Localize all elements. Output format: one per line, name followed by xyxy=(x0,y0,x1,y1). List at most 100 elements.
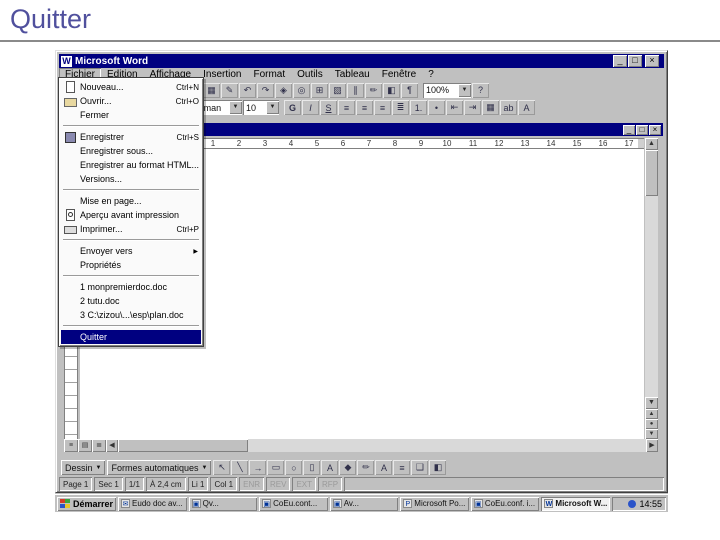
borders-icon[interactable]: ▦ xyxy=(482,100,499,115)
show-marks-icon[interactable]: ¶ xyxy=(401,83,418,98)
taskbar-button-av[interactable]: ▣ Av... xyxy=(329,496,399,511)
align-center-icon[interactable]: ≡ xyxy=(356,100,373,115)
horizontal-scroll-track[interactable] xyxy=(118,439,646,452)
taskbar-button-coeu-conf[interactable]: ▣ CoEu.conf. i... xyxy=(470,496,540,511)
increase-indent-icon[interactable]: ⇥ xyxy=(464,100,481,115)
menu-item-ouvrir[interactable]: Ouvrir... Ctrl+O xyxy=(61,94,201,108)
tray-icon[interactable] xyxy=(628,499,637,508)
hyperlink-icon[interactable]: ◈ xyxy=(275,83,292,98)
scroll-up-icon[interactable]: ▲ xyxy=(645,138,658,150)
taskbar-button-qv[interactable]: ▣ Qv... xyxy=(188,496,258,511)
text-box-icon[interactable]: ▯ xyxy=(303,460,320,475)
taskbar-button-coeu-cont[interactable]: ▣ CoEu.cont... xyxy=(259,496,328,511)
start-button[interactable]: Démarrer xyxy=(57,496,117,511)
previous-page-icon[interactable]: ▲ xyxy=(645,409,658,419)
document-minimize-button[interactable]: _ xyxy=(623,124,635,135)
insert-excel-icon[interactable]: ▧ xyxy=(329,83,346,98)
scroll-right-icon[interactable]: ▶ xyxy=(646,439,658,452)
wordart-icon[interactable]: A xyxy=(321,460,338,475)
web-toolbar-icon[interactable]: ◎ xyxy=(293,83,310,98)
chevron-down-icon[interactable]: ▼ xyxy=(266,101,279,114)
zoom-dropdown[interactable]: 100% ▼ xyxy=(423,82,471,98)
menu-item-versions[interactable]: Versions... xyxy=(61,172,201,186)
line-color-icon[interactable]: ✏ xyxy=(357,460,374,475)
menubar-item-insertion[interactable]: Insertion xyxy=(197,68,247,81)
menu-item-recent-2[interactable]: 2 tutu.doc xyxy=(61,294,201,308)
font-size-dropdown[interactable]: 10 ▼ xyxy=(243,100,279,115)
redo-icon[interactable]: ↷ xyxy=(257,83,274,98)
scroll-down-icon[interactable]: ▼ xyxy=(645,397,658,409)
vertical-scroll-thumb[interactable] xyxy=(645,150,658,196)
menubar-item-tableau[interactable]: Tableau xyxy=(329,68,376,81)
bullets-icon[interactable]: • xyxy=(428,100,445,115)
align-left-icon[interactable]: ≡ xyxy=(338,100,355,115)
menu-item-recent-1[interactable]: 1 monpremierdoc.doc xyxy=(61,280,201,294)
outline-view-icon[interactable]: ≣ xyxy=(92,439,106,452)
columns-icon[interactable]: ∥ xyxy=(347,83,364,98)
normal-view-icon[interactable]: ≡ xyxy=(64,439,78,452)
scroll-left-icon[interactable]: ◀ xyxy=(106,439,118,452)
document-close-button[interactable]: × xyxy=(649,124,661,135)
document-map-icon[interactable]: ◧ xyxy=(383,83,400,98)
minimize-button[interactable]: _ xyxy=(613,55,627,67)
help-button[interactable]: ? xyxy=(472,83,489,98)
taskbar-button-powerpoint[interactable]: P Microsoft Po... xyxy=(400,496,469,511)
browse-object-icon[interactable]: ● xyxy=(645,419,658,429)
horizontal-scroll-thumb[interactable] xyxy=(118,439,248,452)
menu-item-apercu[interactable]: Aperçu avant impression xyxy=(61,208,201,222)
menu-item-mise-en-page[interactable]: Mise en page... xyxy=(61,194,201,208)
bold-button[interactable]: G xyxy=(284,100,301,115)
taskbar-button-word[interactable]: W Microsoft W... xyxy=(541,496,610,511)
vertical-scroll-track[interactable] xyxy=(645,150,658,397)
insert-table-icon[interactable]: ⊞ xyxy=(311,83,328,98)
fill-color-icon[interactable]: ◆ xyxy=(339,460,356,475)
italic-button[interactable]: I xyxy=(302,100,319,115)
menu-item-nouveau[interactable]: Nouveau... Ctrl+N xyxy=(61,80,201,94)
font-color-icon[interactable]: A xyxy=(518,100,535,115)
vertical-scrollbar[interactable]: ▲ ▼ ▲ ● ▼ xyxy=(645,138,658,439)
format-painter-icon[interactable]: ✎ xyxy=(221,83,238,98)
numbering-icon[interactable]: 1. xyxy=(410,100,427,115)
menubar-item-format[interactable]: Format xyxy=(247,68,291,81)
horizontal-scrollbar[interactable]: ≡ ▤ ≣ ◀ ▶ xyxy=(64,439,658,452)
menubar-item-outils[interactable]: Outils xyxy=(291,68,329,81)
maximize-button[interactable]: □ xyxy=(628,55,642,67)
menubar-item-fenetre[interactable]: Fenêtre xyxy=(376,68,422,81)
decrease-indent-icon[interactable]: ⇤ xyxy=(446,100,463,115)
close-button[interactable]: × xyxy=(645,55,659,67)
select-arrow-icon[interactable]: ↖ xyxy=(213,460,230,475)
undo-icon[interactable]: ↶ xyxy=(239,83,256,98)
line-icon[interactable]: ╲ xyxy=(231,460,248,475)
justify-icon[interactable]: ≣ xyxy=(392,100,409,115)
menu-item-imprimer[interactable]: Imprimer... Ctrl+P xyxy=(61,222,201,236)
next-page-icon[interactable]: ▼ xyxy=(645,429,658,439)
menu-item-enregistrer-html[interactable]: Enregistrer au format HTML... xyxy=(61,158,201,172)
shadow-icon[interactable]: ❑ xyxy=(411,460,428,475)
rectangle-icon[interactable]: ▭ xyxy=(267,460,284,475)
chevron-down-icon[interactable]: ▼ xyxy=(458,83,471,97)
menu-item-enregistrer[interactable]: Enregistrer Ctrl+S xyxy=(61,130,201,144)
menu-item-quitter[interactable]: Quitter xyxy=(61,330,201,344)
menu-item-fermer[interactable]: Fermer xyxy=(61,108,201,122)
taskbar-button-eudo[interactable]: ✉ Eudo doc av... xyxy=(118,496,187,511)
threed-icon[interactable]: ◧ xyxy=(429,460,446,475)
document-restore-button[interactable]: □ xyxy=(636,124,648,135)
paste-icon[interactable]: ▦ xyxy=(203,83,220,98)
autoshapes-button[interactable]: Formes automatiques ▼ xyxy=(107,460,212,475)
menu-item-envoyer-vers[interactable]: Envoyer vers xyxy=(61,244,201,258)
page-layout-view-icon[interactable]: ▤ xyxy=(78,439,92,452)
line-style-icon[interactable]: ≡ xyxy=(393,460,410,475)
font-color-icon[interactable]: A xyxy=(375,460,392,475)
menu-item-proprietes[interactable]: Propriétés xyxy=(61,258,201,272)
arrow-icon[interactable]: → xyxy=(249,460,266,475)
menubar-item-aide[interactable]: ? xyxy=(422,68,440,81)
drawing-icon[interactable]: ✏ xyxy=(365,83,382,98)
menu-item-recent-3[interactable]: 3 C:\zizou\...\esp\plan.doc xyxy=(61,308,201,322)
underline-button[interactable]: S xyxy=(320,100,337,115)
chevron-down-icon[interactable]: ▼ xyxy=(229,101,242,114)
dessin-button[interactable]: Dessin ▼ xyxy=(61,460,106,475)
oval-icon[interactable]: ○ xyxy=(285,460,302,475)
menu-item-enregistrer-sous[interactable]: Enregistrer sous... xyxy=(61,144,201,158)
align-right-icon[interactable]: ≡ xyxy=(374,100,391,115)
highlight-icon[interactable]: ab xyxy=(500,100,517,115)
